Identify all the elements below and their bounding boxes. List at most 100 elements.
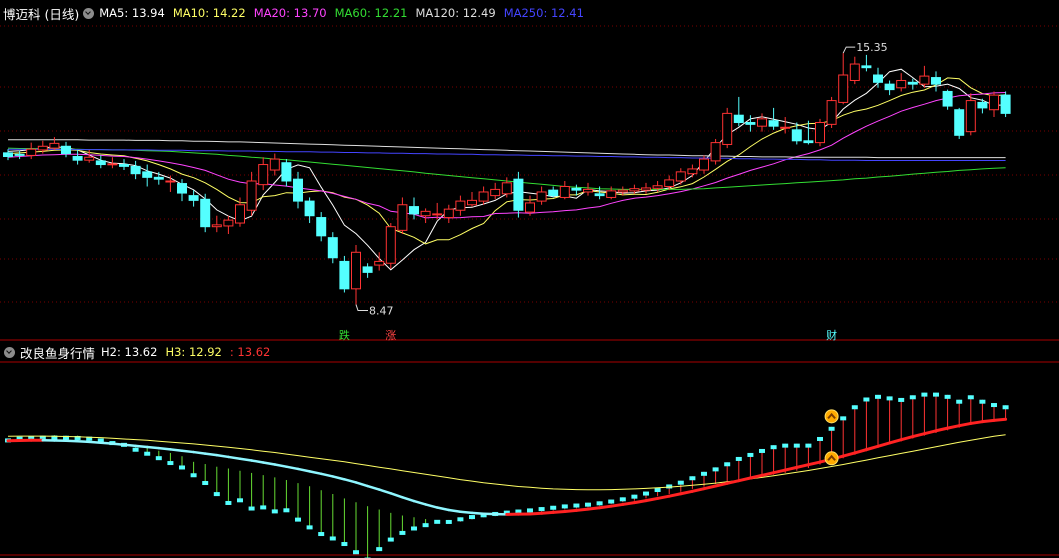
candle-body: [571, 187, 582, 191]
indicator-legend-item: H2: 13.62: [101, 345, 157, 359]
candle-body: [745, 122, 756, 125]
candle-body: [84, 156, 95, 161]
candle-body: [327, 237, 338, 259]
candle-body: [339, 260, 350, 290]
fish-body-cap: [991, 403, 997, 408]
h2-line-segment: [470, 511, 485, 515]
candle-body: [536, 191, 547, 202]
fish-body-cap: [689, 476, 696, 481]
indicator-legend-label: H2:: [101, 345, 125, 359]
h2-line-segment: [99, 441, 114, 445]
fish-body-cap: [782, 443, 789, 448]
candle-body: [838, 74, 849, 103]
fish-body-cap: [875, 394, 881, 399]
fish-body-cap: [329, 536, 336, 541]
candle-body: [803, 140, 814, 144]
chevron-down-icon[interactable]: [83, 7, 95, 19]
candle-body: [873, 74, 883, 83]
indicator-legend-value: 12.92: [188, 345, 222, 359]
h2-line-segment: [598, 504, 613, 510]
fish-body-cap: [422, 523, 429, 528]
candle-body: [815, 122, 825, 144]
candle-body: [211, 224, 222, 228]
candle-body: [95, 160, 106, 166]
indicator-legend-label: H3:: [165, 345, 189, 359]
fish-body-cap: [155, 456, 162, 461]
fish-body-cap: [306, 525, 313, 530]
fish-body-cap: [144, 451, 151, 456]
candle-body: [153, 176, 164, 180]
ma-legend-item: MA5: 13.94: [99, 6, 165, 20]
h2-line-segment: [169, 448, 184, 452]
candle-body: [409, 206, 419, 215]
fish-body-cap: [573, 503, 580, 508]
candle-body: [559, 185, 570, 198]
fish-body-cap: [457, 517, 464, 522]
fish-body-cap: [886, 396, 893, 401]
h2-line-segment: [992, 417, 1008, 422]
h2-line-segment: [111, 442, 126, 446]
fish-body-cap: [202, 481, 209, 486]
fish-body-cap: [399, 530, 406, 535]
ma-legend-item: MA60: 12.21: [335, 6, 408, 20]
candle-body: [467, 199, 477, 206]
h2-line-segment: [969, 420, 984, 425]
fish-body-cap: [863, 397, 870, 402]
fish-body-cap: [921, 392, 928, 397]
fish-body-cap: [167, 461, 174, 466]
fish-body-cap: [376, 547, 383, 552]
candle-body: [931, 77, 941, 85]
h2-line-segment: [122, 443, 137, 448]
h2-line-segment: [203, 452, 219, 457]
fish-body-cap: [585, 502, 591, 507]
h2-line-segment: [215, 453, 230, 459]
candle-body: [733, 114, 744, 124]
candle-body: [849, 63, 860, 81]
signal-marker-label: 涨: [385, 329, 396, 342]
candle-body: [954, 109, 965, 136]
fish-body-cap: [237, 498, 243, 503]
candle-body: [989, 94, 999, 111]
signal-marker-label: 财: [826, 328, 837, 342]
candle-body: [780, 126, 791, 129]
fish-body-cap: [956, 399, 963, 404]
candle-body: [362, 266, 373, 273]
fish-body-cap: [248, 506, 255, 511]
candle-body: [594, 193, 605, 197]
candle-body: [432, 213, 443, 216]
stock-title: 博迈科 (日线): [3, 6, 80, 22]
indicator-legend-items: H2: 13.62 H3: 12.92 : 13.62: [101, 345, 278, 359]
fish-body-cap: [132, 447, 139, 452]
h2-line-segment: [459, 510, 474, 515]
indicator-legend-item: : 13.62: [230, 345, 270, 359]
chevron-down-icon[interactable]: [4, 346, 15, 358]
candle-body: [826, 100, 837, 125]
fish-body-cap: [805, 443, 812, 448]
candle-body: [269, 158, 280, 171]
candle-body: [675, 171, 686, 182]
candle-body: [397, 204, 408, 231]
candle-body: [548, 189, 559, 197]
chart-canvas[interactable]: 15.35 8.47 跌 涨 财: [0, 0, 1059, 558]
fish-body-cap: [898, 397, 905, 402]
candle-body: [652, 185, 663, 189]
fish-body-cap: [619, 497, 626, 502]
fish-body-cap: [213, 492, 220, 497]
candle-body: [710, 142, 721, 162]
candle-body: [861, 65, 872, 69]
h2-line-segment: [87, 440, 103, 444]
candle-body: [246, 180, 257, 211]
candle-body: [757, 118, 767, 127]
h2-line-segment: [157, 446, 172, 451]
candle-body: [72, 156, 83, 161]
fish-body-cap: [318, 532, 325, 537]
fish-body-cap: [550, 505, 557, 510]
fish-body-cap: [759, 448, 765, 453]
fish-body-cap: [724, 462, 731, 467]
fish-body-cap: [353, 550, 359, 555]
fish-body-cap: [909, 395, 916, 400]
candle-body: [478, 191, 489, 202]
fish-body-cap: [1002, 405, 1009, 410]
indicator-legend-value: 13.62: [237, 345, 271, 359]
h2-line-segment: [238, 457, 253, 462]
